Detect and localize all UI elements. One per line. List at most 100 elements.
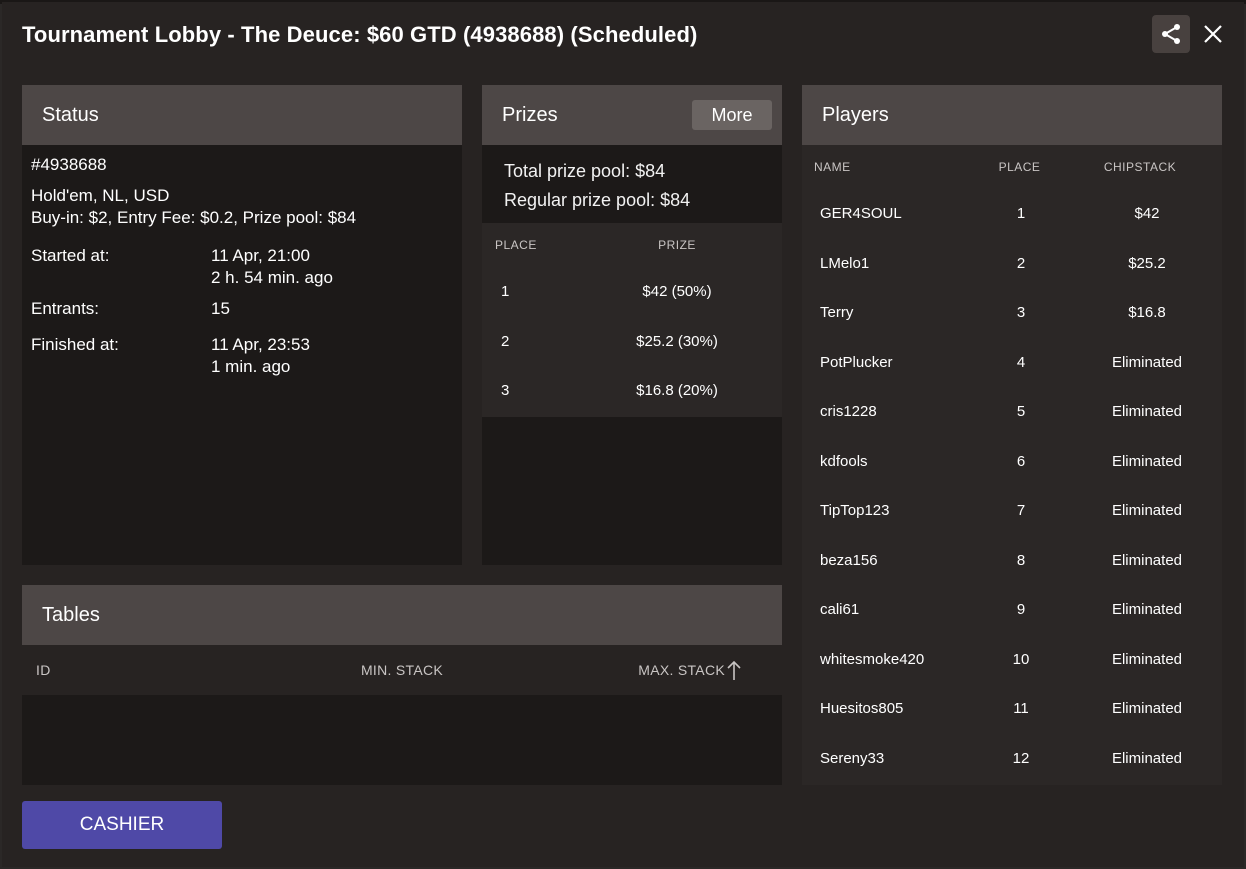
tables-panel: Tables ID MIN. STACK MAX. STACK xyxy=(22,585,782,785)
table-row[interactable]: beza156 8 Eliminated xyxy=(802,536,1222,586)
arrow-up-icon xyxy=(727,660,741,680)
cashier-button[interactable]: CASHIER xyxy=(22,801,222,849)
table-row: 1 $42 (50%) xyxy=(482,267,782,317)
prizes-title: Prizes xyxy=(502,103,558,126)
player-chipstack: Eliminated xyxy=(1111,353,1183,371)
player-name: GER4SOUL xyxy=(820,205,902,223)
col-min-stack[interactable]: MIN. STACK xyxy=(322,662,482,678)
table-row[interactable]: Terry 3 $16.8 xyxy=(802,288,1222,338)
prize-table-header: PLACE PRIZE xyxy=(482,223,782,267)
game-type: Hold'em, NL, USD xyxy=(31,186,170,205)
player-chipstack: Eliminated xyxy=(1111,749,1183,767)
prize-table: PLACE PRIZE 1 $42 (50%) 2 $25.2 (30%) 3 … xyxy=(482,223,782,417)
player-place: 7 xyxy=(1016,502,1026,520)
players-list: GER4SOUL 1 $42 LMelo1 2 $25.2 Terry 3 $16.8 PotPl… xyxy=(802,189,1222,783)
table-row[interactable]: TipTop123 7 Eliminated xyxy=(802,486,1222,536)
col-chipstack: CHIPSTACK xyxy=(1103,160,1177,174)
prize-amount: $16.8 (20%) xyxy=(636,382,718,400)
finished-row: Finished at: 11 Apr, 23:53 1 min. ago xyxy=(31,334,453,378)
table-row[interactable]: kdfools 6 Eliminated xyxy=(802,437,1222,487)
prize-place: 3 xyxy=(501,382,510,400)
col-id[interactable]: ID xyxy=(22,662,322,678)
player-name: Huesitos805 xyxy=(820,700,904,718)
tables-header: Tables xyxy=(22,585,782,645)
table-row[interactable]: whitesmoke420 10 Eliminated xyxy=(802,635,1222,685)
finished-ago: 1 min. ago xyxy=(211,357,291,376)
player-name: kdfools xyxy=(820,452,868,470)
close-icon xyxy=(1204,25,1222,43)
player-chipstack: Eliminated xyxy=(1111,403,1183,421)
player-name: Terry xyxy=(820,304,854,322)
prizes-header: Prizes More xyxy=(482,85,782,145)
table-row[interactable]: LMelo1 2 $25.2 xyxy=(802,239,1222,289)
prize-place: 1 xyxy=(501,283,510,301)
tournament-lobby-modal: Tournament Lobby - The Deuce: $60 GTD (4… xyxy=(2,2,1244,867)
buyin-info: Buy-in: $2, Entry Fee: $0.2, Prize pool:… xyxy=(31,208,357,227)
player-place: 5 xyxy=(1016,403,1026,421)
table-row: 2 $25.2 (30%) xyxy=(482,317,782,367)
col-name: NAME xyxy=(814,160,851,174)
status-panel: Status #4938688 Hold'em, NL, USD Buy-in:… xyxy=(22,85,462,565)
regular-prize-pool: Regular prize pool: $84 xyxy=(504,190,691,210)
window-title: Tournament Lobby - The Deuce: $60 GTD (4… xyxy=(22,22,698,47)
col-place: PLACE xyxy=(998,160,1041,174)
entrants-row: Entrants: 15 xyxy=(31,298,453,320)
col-place: PLACE xyxy=(495,238,537,252)
table-row[interactable]: Huesitos805 11 Eliminated xyxy=(802,684,1222,734)
entrants-value: 15 xyxy=(211,299,230,318)
table-row[interactable]: GER4SOUL 1 $42 xyxy=(802,189,1222,239)
close-button[interactable] xyxy=(1196,17,1230,51)
table-row[interactable]: cris1228 5 Eliminated xyxy=(802,387,1222,437)
total-prize-pool: Total prize pool: $84 xyxy=(504,161,666,181)
player-name: TipTop123 xyxy=(820,502,890,520)
player-place: 10 xyxy=(1012,650,1030,668)
table-row: 3 $16.8 (20%) xyxy=(482,366,782,416)
entrants-label: Entrants: xyxy=(31,299,100,318)
table-row[interactable]: Sereny33 12 Eliminated xyxy=(802,734,1222,784)
status-header: Status xyxy=(22,85,462,145)
player-chipstack: Eliminated xyxy=(1111,601,1183,619)
player-name: whitesmoke420 xyxy=(820,650,925,668)
player-place: 6 xyxy=(1016,452,1026,470)
player-name: PotPlucker xyxy=(820,353,893,371)
player-name: LMelo1 xyxy=(820,254,870,272)
player-place: 9 xyxy=(1016,601,1026,619)
started-label: Started at: xyxy=(31,246,110,265)
player-place: 12 xyxy=(1012,749,1030,767)
share-button[interactable] xyxy=(1152,15,1190,53)
player-chipstack: Eliminated xyxy=(1111,650,1183,668)
player-chipstack: $25.2 xyxy=(1128,254,1166,272)
player-name: cali61 xyxy=(820,601,860,619)
table-row[interactable]: cali61 9 Eliminated xyxy=(802,585,1222,635)
players-table-header: NAME PLACE CHIPSTACK xyxy=(802,145,1222,189)
players-header: Players xyxy=(802,85,1222,145)
player-place: 4 xyxy=(1016,353,1026,371)
player-chipstack: Eliminated xyxy=(1111,700,1183,718)
player-chipstack: Eliminated xyxy=(1111,452,1183,470)
player-chipstack: $42 xyxy=(1134,205,1160,223)
share-icon xyxy=(1162,24,1180,44)
more-button[interactable]: More xyxy=(692,100,772,130)
player-chipstack: Eliminated xyxy=(1111,502,1183,520)
started-row: Started at: 11 Apr, 21:00 2 h. 54 min. a… xyxy=(31,245,453,289)
player-place: 1 xyxy=(1016,205,1026,223)
started-ago: 2 h. 54 min. ago xyxy=(211,268,333,287)
player-place: 11 xyxy=(1013,700,1029,718)
player-place: 2 xyxy=(1016,254,1026,272)
prize-amount: $42 (50%) xyxy=(642,283,712,301)
player-name: Sereny33 xyxy=(820,749,885,767)
tournament-id: #4938688 xyxy=(31,155,107,174)
finished-label: Finished at: xyxy=(31,335,119,354)
col-prize: PRIZE xyxy=(658,238,696,252)
started-value: 11 Apr, 21:00 xyxy=(211,246,310,265)
player-place: 8 xyxy=(1016,551,1026,569)
prize-place: 2 xyxy=(501,332,510,350)
table-row[interactable]: PotPlucker 4 Eliminated xyxy=(802,338,1222,388)
player-chipstack: Eliminated xyxy=(1111,551,1183,569)
player-chipstack: $16.8 xyxy=(1128,304,1166,322)
tables-table-header: ID MIN. STACK MAX. STACK xyxy=(22,645,782,695)
player-place: 3 xyxy=(1016,304,1026,322)
col-max-stack-wrap[interactable]: MAX. STACK xyxy=(482,659,742,681)
players-panel: Players NAME PLACE CHIPSTACK GER4SOUL 1 $4… xyxy=(802,85,1222,785)
player-name: beza156 xyxy=(820,551,878,569)
